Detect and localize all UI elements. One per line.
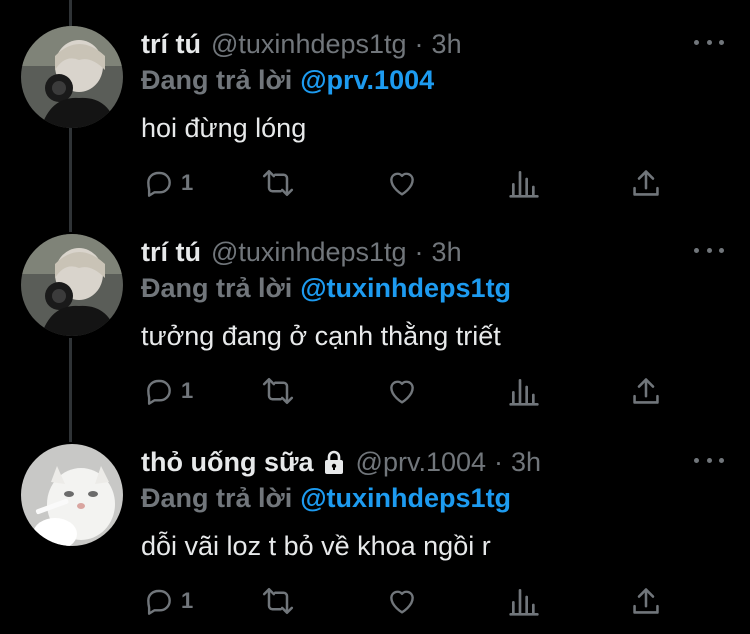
separator-dot: · [414, 29, 424, 59]
tweet-text: tưởng đang ở cạnh thằng triết [141, 321, 501, 351]
tweet[interactable]: trí tú @tuxinhdeps1tg · 3h Đang trả lời @… [0, 0, 750, 210]
share-icon [632, 585, 660, 617]
replying-to: Đang trả lời @tuxinhdeps1tg [141, 482, 511, 514]
analytics-button[interactable] [509, 584, 539, 618]
retweet-button[interactable] [260, 374, 296, 408]
tweet[interactable]: trí tú @tuxinhdeps1tg · 3h Đang trả lời @… [0, 208, 750, 418]
replying-to-handle[interactable]: @prv.1004 [300, 65, 434, 95]
like-button[interactable] [386, 374, 418, 408]
reply-button[interactable]: 1 [143, 374, 193, 408]
retweet-icon [260, 167, 296, 199]
share-button[interactable] [632, 166, 660, 200]
more-icon[interactable] [694, 242, 724, 258]
like-button[interactable] [386, 166, 418, 200]
analytics-button[interactable] [509, 166, 539, 200]
retweet-icon [260, 375, 296, 407]
replying-to-label: Đang trả lời [141, 65, 293, 95]
retweet-button[interactable] [260, 166, 296, 200]
replying-to-label: Đang trả lời [141, 483, 293, 513]
heart-icon [386, 585, 418, 617]
replying-to: Đang trả lời @prv.1004 [141, 64, 434, 96]
reply-icon [143, 585, 175, 617]
share-icon [632, 167, 660, 199]
avatar[interactable] [21, 26, 123, 128]
tweet-actions: 1 [0, 584, 750, 618]
user-handle[interactable]: @tuxinhdeps1tg [211, 236, 407, 268]
timestamp[interactable]: 3h [432, 236, 462, 268]
tweet[interactable]: thỏ uống sữa @prv.1004 · 3h Đang trả lời… [0, 418, 750, 628]
more-icon[interactable] [694, 34, 724, 50]
analytics-icon [509, 375, 539, 407]
retweet-icon [260, 585, 296, 617]
retweet-button[interactable] [260, 584, 296, 618]
replying-to-handle[interactable]: @tuxinhdeps1tg [300, 483, 511, 513]
tweet-text: dỗi vãi loz t bỏ về khoa ngồi r [141, 531, 491, 561]
timestamp[interactable]: 3h [511, 446, 541, 478]
heart-icon [386, 167, 418, 199]
tweet-actions: 1 [0, 374, 750, 408]
lock-icon [322, 449, 346, 475]
analytics-icon [509, 585, 539, 617]
avatar[interactable] [21, 444, 123, 546]
reply-count: 1 [181, 170, 194, 195]
user-handle[interactable]: @tuxinhdeps1tg [211, 28, 407, 60]
analytics-icon [509, 167, 539, 199]
timestamp[interactable]: 3h [432, 28, 462, 60]
share-button[interactable] [632, 374, 660, 408]
reply-icon [143, 375, 175, 407]
more-icon[interactable] [694, 452, 724, 468]
reply-icon [143, 167, 175, 199]
replying-to-handle[interactable]: @tuxinhdeps1tg [300, 273, 511, 303]
analytics-button[interactable] [509, 374, 539, 408]
heart-icon [386, 375, 418, 407]
separator-dot: · [494, 447, 504, 477]
tweet-text: hoi đừng lóng [141, 113, 307, 143]
tweet-actions: 1 [0, 166, 750, 200]
replying-to-label: Đang trả lời [141, 273, 293, 303]
share-button[interactable] [632, 584, 660, 618]
reply-count: 1 [181, 378, 194, 403]
user-handle[interactable]: @prv.1004 [356, 446, 486, 478]
reply-button[interactable]: 1 [143, 166, 193, 200]
avatar[interactable] [21, 234, 123, 336]
reply-button[interactable]: 1 [143, 584, 193, 618]
like-button[interactable] [386, 584, 418, 618]
reply-count: 1 [181, 588, 194, 613]
share-icon [632, 375, 660, 407]
display-name[interactable]: trí tú [141, 236, 201, 268]
tweet-header: trí tú @tuxinhdeps1tg · 3h [141, 236, 462, 268]
replying-to: Đang trả lời @tuxinhdeps1tg [141, 272, 511, 304]
tweet-header: thỏ uống sữa @prv.1004 · 3h [141, 446, 541, 478]
tweet-header: trí tú @tuxinhdeps1tg · 3h [141, 28, 462, 60]
display-name[interactable]: trí tú [141, 28, 201, 60]
separator-dot: · [414, 237, 424, 267]
display-name[interactable]: thỏ uống sữa [141, 446, 314, 478]
